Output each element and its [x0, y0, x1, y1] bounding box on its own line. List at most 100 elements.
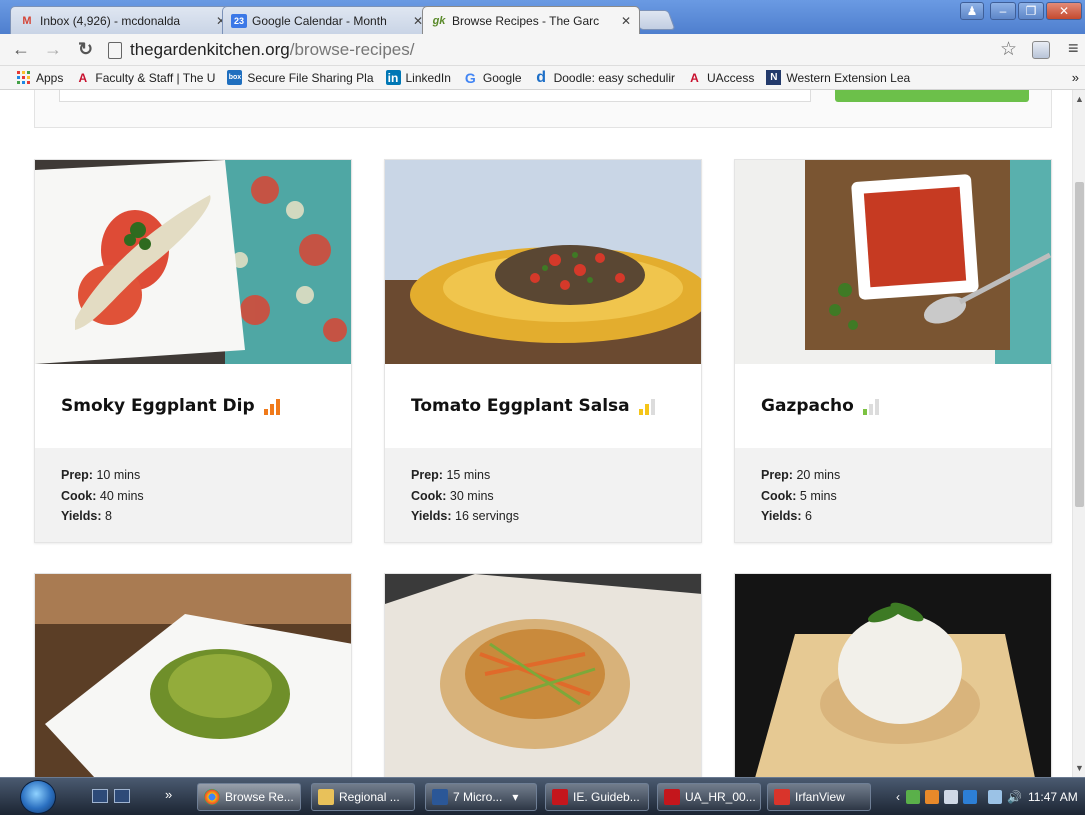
taskbar-regional-folder[interactable]: Regional ...: [311, 783, 415, 811]
scrollbar-thumb[interactable]: [1075, 182, 1084, 507]
close-window-button[interactable]: ✕: [1046, 2, 1082, 20]
recipe-card-smoky-eggplant-dip[interactable]: Smoky Eggplant Dip Prep: 10 mins Cook: 4…: [34, 159, 352, 543]
chrome-icon: [204, 789, 220, 805]
recipe-photo[interactable]: [35, 160, 351, 364]
recipe-card-fish-parchment[interactable]: [384, 573, 702, 777]
windows-taskbar: » Browse Re... Regional ... 7 Micro... ▾…: [0, 777, 1085, 815]
tab-label: Google Calendar - Month: [252, 13, 387, 28]
difficulty-bars-icon: [862, 398, 881, 415]
tray-app-icon[interactable]: [963, 790, 977, 804]
gmail-icon: M: [22, 14, 32, 27]
recipe-card-tomato-eggplant-salsa[interactable]: Tomato Eggplant Salsa Prep: 15 mins Cook…: [384, 159, 702, 543]
bookmark-uaccess[interactable]: A UAccess: [687, 70, 754, 85]
recipe-title-row[interactable]: Smoky Eggplant Dip: [35, 364, 351, 448]
taskbar-pdf-guidebook[interactable]: IE. Guideb...: [545, 783, 649, 811]
bookmark-google[interactable]: G Google: [463, 70, 522, 86]
clock[interactable]: 11:47 AM: [1028, 790, 1078, 804]
search-panel: [34, 90, 1052, 128]
search-input[interactable]: [59, 90, 811, 102]
tray-app-icon[interactable]: [906, 790, 920, 804]
university-icon: A: [78, 70, 88, 85]
bookmarks-overflow[interactable]: »: [1072, 70, 1079, 85]
tray-expand-icon[interactable]: ‹: [896, 790, 900, 804]
bookmarks-bar: Apps A Faculty & Staff | The U box Secur…: [0, 66, 1085, 90]
recipe-title[interactable]: Gazpacho: [761, 396, 854, 416]
chevron-down-icon[interactable]: ▾: [512, 790, 518, 804]
forward-arrow-icon[interactable]: →: [44, 39, 62, 60]
tab-label: Browse Recipes - The Garc: [452, 13, 600, 28]
recipe-title-row[interactable]: Gazpacho: [735, 364, 1051, 448]
recipe-photo[interactable]: [735, 574, 1051, 777]
apps-grid-icon: [16, 70, 31, 85]
back-arrow-icon[interactable]: ←: [12, 39, 30, 60]
recipe-details: Prep: 15 mins Cook: 30 mins Yields: 16 s…: [385, 448, 701, 542]
search-button[interactable]: [835, 90, 1029, 102]
show-desktop-icon[interactable]: [92, 789, 108, 803]
system-tray: ‹ 🔊 11:47 AM: [896, 778, 1078, 816]
tab-browse-recipes[interactable]: gk Browse Recipes - The Garc ✕: [422, 6, 640, 34]
irfanview-icon: [774, 789, 790, 805]
yields: 6: [805, 509, 812, 523]
recipe-photo[interactable]: [385, 160, 701, 364]
tab-calendar[interactable]: 23 Google Calendar - Month ✕: [222, 6, 432, 34]
bookmark-box[interactable]: box Secure File Sharing Pla: [227, 70, 374, 85]
recipe-card-rice-mold[interactable]: [734, 573, 1052, 777]
recipe-title[interactable]: Smoky Eggplant Dip: [61, 396, 255, 416]
address-bar[interactable]: thegardenkitchen.org/browse-recipes/: [108, 38, 988, 62]
bookmark-doodle[interactable]: d Doodle: easy schedulir: [534, 68, 675, 86]
cook-time: 30 mins: [449, 488, 494, 503]
pdf-icon: [552, 789, 568, 805]
scroll-up-icon[interactable]: ▲: [1075, 94, 1084, 104]
extension-icon[interactable]: [1032, 41, 1050, 59]
taskbar-word[interactable]: 7 Micro... ▾: [425, 783, 537, 811]
taskbar-chrome[interactable]: Browse Re...: [197, 783, 301, 811]
maximize-button[interactable]: ❐: [1018, 2, 1044, 20]
bookmark-apps[interactable]: Apps: [16, 70, 63, 85]
doodle-icon: d: [536, 68, 546, 86]
tab-gmail[interactable]: M Inbox (4,926) - mcdonalda ✕: [10, 6, 235, 34]
prep-time: 20 mins: [796, 468, 841, 482]
recipe-card-zucchini-noodles[interactable]: [34, 573, 352, 777]
recipe-title-row[interactable]: Tomato Eggplant Salsa: [385, 364, 701, 448]
tray-app-icon[interactable]: [944, 790, 958, 804]
bookmark-star-icon[interactable]: ☆: [1000, 38, 1017, 61]
tab-strip: M Inbox (4,926) - mcdonalda ✕ 23 Google …: [0, 0, 1085, 34]
box-icon: box: [227, 70, 243, 85]
recipe-photo[interactable]: [35, 574, 351, 777]
folder-icon: [318, 789, 334, 805]
bookmark-western-extension[interactable]: N Western Extension Lea: [766, 70, 910, 85]
browser-toolbar: ← → ↻ thegardenkitchen.org/browse-recipe…: [0, 34, 1085, 66]
difficulty-bars-icon: [638, 398, 657, 415]
start-button[interactable]: [20, 780, 56, 814]
recipe-photo[interactable]: [385, 574, 701, 777]
recipe-photo[interactable]: [735, 160, 1051, 364]
pdf-icon: [664, 789, 680, 805]
minimize-button[interactable]: –: [990, 2, 1016, 20]
tray-app-icon[interactable]: [925, 790, 939, 804]
vertical-scrollbar[interactable]: ▲ ▼: [1072, 90, 1085, 777]
quick-launch: [92, 789, 136, 803]
yields: 8: [105, 509, 112, 523]
bookmark-linkedin[interactable]: in LinkedIn: [385, 70, 451, 85]
university-icon: A: [690, 70, 699, 85]
prep-time: 15 mins: [446, 468, 491, 482]
switch-windows-icon[interactable]: [114, 789, 130, 803]
recipe-card-gazpacho[interactable]: Gazpacho Prep: 20 mins Cook: 5 mins Yiel…: [734, 159, 1052, 543]
prep-time: 10 mins: [96, 468, 141, 482]
cook-time: 5 mins: [799, 488, 837, 503]
recipe-title[interactable]: Tomato Eggplant Salsa: [411, 396, 630, 416]
taskbar-pdf-ua-hr[interactable]: UA_HR_00...: [657, 783, 761, 811]
network-icon[interactable]: [988, 790, 1002, 804]
taskbar-irfanview[interactable]: IrfanView: [767, 783, 871, 811]
page-icon: [108, 41, 122, 59]
quick-launch-overflow[interactable]: »: [165, 787, 172, 802]
volume-icon[interactable]: 🔊: [1007, 790, 1022, 804]
garden-kitchen-icon: gk: [432, 14, 446, 27]
difficulty-bars-icon: [263, 398, 282, 415]
close-tab-icon[interactable]: ✕: [621, 14, 631, 28]
scroll-down-icon[interactable]: ▼: [1075, 763, 1084, 773]
menu-icon[interactable]: ≡: [1068, 38, 1079, 59]
bookmark-faculty-staff[interactable]: A Faculty & Staff | The U: [75, 70, 216, 85]
user-icon[interactable]: ♟: [960, 2, 984, 20]
reload-icon[interactable]: ↻: [78, 39, 93, 60]
